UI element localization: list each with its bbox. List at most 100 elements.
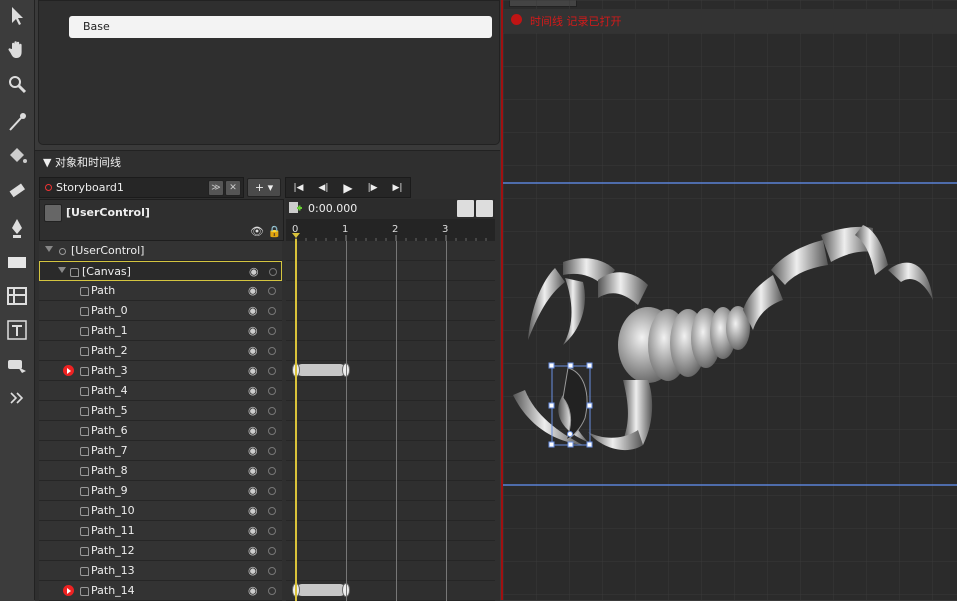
timeline-track[interactable]: [286, 361, 495, 381]
pen-icon[interactable]: [3, 214, 31, 242]
lock-toggle-icon[interactable]: [268, 407, 276, 415]
tree-item[interactable]: [Canvas] ◉: [39, 261, 282, 281]
timeline-track[interactable]: [286, 561, 495, 581]
playhead[interactable]: [295, 239, 297, 601]
tree-item[interactable]: Path_8 ◉: [39, 461, 282, 481]
eyedropper-icon[interactable]: [3, 108, 31, 136]
tree-item[interactable]: Path_0 ◉: [39, 301, 282, 321]
lock-toggle-icon[interactable]: [268, 507, 276, 515]
selection-arrow-icon[interactable]: [3, 2, 31, 30]
paint-bucket-icon[interactable]: [3, 142, 31, 170]
keyframe-span[interactable]: [296, 364, 346, 376]
zoom-icon[interactable]: [3, 70, 31, 98]
lock-toggle-icon[interactable]: [268, 307, 276, 315]
visibility-eye-icon[interactable]: ◉: [248, 524, 258, 537]
visibility-eye-icon[interactable]: ◉: [248, 504, 258, 517]
timeline-track[interactable]: [286, 381, 495, 401]
scope-up-icon[interactable]: [44, 204, 62, 222]
lock-toggle-icon[interactable]: [268, 467, 276, 475]
timeline-track[interactable]: [286, 421, 495, 441]
tree-item[interactable]: Path_3 ◉: [39, 361, 282, 381]
timeline-track[interactable]: [286, 261, 495, 281]
visibility-eye-icon[interactable]: ◉: [248, 344, 258, 357]
pan-hand-icon[interactable]: [3, 36, 31, 64]
timeline-track[interactable]: [286, 541, 495, 561]
tree-item[interactable]: Path_4 ◉: [39, 381, 282, 401]
lock-toggle-icon[interactable]: [268, 587, 276, 595]
more-tools-icon[interactable]: [3, 384, 31, 412]
play-icon[interactable]: ▶: [343, 181, 352, 195]
storyboard-options-icon[interactable]: ≫: [208, 180, 224, 196]
timeline-track[interactable]: [286, 241, 495, 261]
tree-item[interactable]: Path_1 ◉: [39, 321, 282, 341]
timeline-view-buttons[interactable]: [457, 200, 493, 217]
visibility-eye-icon[interactable]: ◉: [248, 384, 258, 397]
timeline-track[interactable]: [286, 301, 495, 321]
tree-item[interactable]: Path_10 ◉: [39, 501, 282, 521]
lock-toggle-icon[interactable]: [268, 387, 276, 395]
expand-toggle-icon[interactable]: [45, 246, 53, 252]
add-storyboard-button[interactable]: + ▾: [247, 178, 281, 197]
lock-toggle-icon[interactable]: [268, 287, 276, 295]
visibility-eye-icon[interactable]: ◉: [248, 584, 258, 597]
timeline-track[interactable]: [286, 461, 495, 481]
timeline-track[interactable]: [286, 521, 495, 541]
lock-toggle-icon[interactable]: [268, 347, 276, 355]
timeline-track[interactable]: [286, 441, 495, 461]
visibility-eye-icon[interactable]: ◉: [248, 424, 258, 437]
lock-toggle-icon[interactable]: [268, 447, 276, 455]
lock-toggle-icon[interactable]: [268, 527, 276, 535]
tree-item[interactable]: Path_2 ◉: [39, 341, 282, 361]
current-time[interactable]: 0:00.000: [308, 202, 357, 216]
timeline-track[interactable]: [286, 501, 495, 521]
visibility-eye-icon[interactable]: ◉: [248, 444, 258, 457]
grid-layout-icon[interactable]: [3, 282, 31, 310]
timeline-track[interactable]: [286, 321, 495, 341]
tree-item[interactable]: Path_14 ◉: [39, 581, 282, 601]
artboard[interactable]: 时间线 记录已打开: [501, 0, 957, 600]
timeline-track[interactable]: [286, 281, 495, 301]
tree-item[interactable]: Path_7 ◉: [39, 441, 282, 461]
lock-toggle-icon[interactable]: [268, 327, 276, 335]
timeline-track[interactable]: [286, 481, 495, 501]
tree-item[interactable]: [UserControl]: [39, 241, 282, 261]
lock-toggle-icon[interactable]: [268, 547, 276, 555]
close-storyboard-icon[interactable]: ✕: [225, 180, 241, 196]
assets-icon[interactable]: [3, 350, 31, 378]
visibility-eye-icon[interactable]: ◉: [248, 284, 258, 297]
tree-item[interactable]: Path_11 ◉: [39, 521, 282, 541]
visibility-eye-icon[interactable]: ◉: [248, 544, 258, 557]
visibility-eye-icon[interactable]: ◉: [248, 484, 258, 497]
lock-toggle-icon[interactable]: [268, 487, 276, 495]
add-keyframe-icon[interactable]: [289, 202, 302, 215]
previous-frame-icon[interactable]: ◀|: [318, 183, 328, 193]
lock-toggle-icon[interactable]: [268, 567, 276, 575]
visibility-eye-icon[interactable]: ◉: [248, 564, 258, 577]
expand-toggle-icon[interactable]: [58, 267, 66, 273]
lock-toggle-icon[interactable]: [268, 367, 276, 375]
visibility-eye-icon[interactable]: ◉: [248, 464, 258, 477]
tree-item[interactable]: Path_13 ◉: [39, 561, 282, 581]
visibility-eye-icon[interactable]: ◉: [248, 324, 258, 337]
visibility-eye-icon[interactable]: ◉: [248, 364, 258, 377]
tree-item[interactable]: Path_5 ◉: [39, 401, 282, 421]
timeline-track[interactable]: [286, 581, 495, 601]
go-to-start-icon[interactable]: |◀: [293, 183, 303, 193]
rectangle-icon[interactable]: [3, 248, 31, 276]
lock-toggle-icon[interactable]: [268, 427, 276, 435]
visibility-eye-icon[interactable]: ◉: [248, 304, 258, 317]
tree-item[interactable]: Path ◉: [39, 281, 282, 301]
next-frame-icon[interactable]: |▶: [368, 183, 378, 193]
visibility-eye-icon[interactable]: ◉: [248, 404, 258, 417]
lock-toggle-icon[interactable]: [269, 268, 277, 276]
timeline-ruler[interactable]: 0 1 2 3: [286, 219, 495, 241]
visibility-eye-icon[interactable]: ◉: [249, 265, 259, 278]
record-icon[interactable]: [511, 14, 522, 25]
tree-item[interactable]: Path_9 ◉: [39, 481, 282, 501]
tree-item[interactable]: Path_12 ◉: [39, 541, 282, 561]
keyframe-span[interactable]: [296, 584, 346, 596]
text-tool-icon[interactable]: [3, 316, 31, 344]
tree-item[interactable]: Path_6 ◉: [39, 421, 282, 441]
storyboard-picker[interactable]: Storyboard1 ≫ ✕: [39, 177, 244, 198]
go-to-end-icon[interactable]: ▶|: [393, 183, 403, 193]
